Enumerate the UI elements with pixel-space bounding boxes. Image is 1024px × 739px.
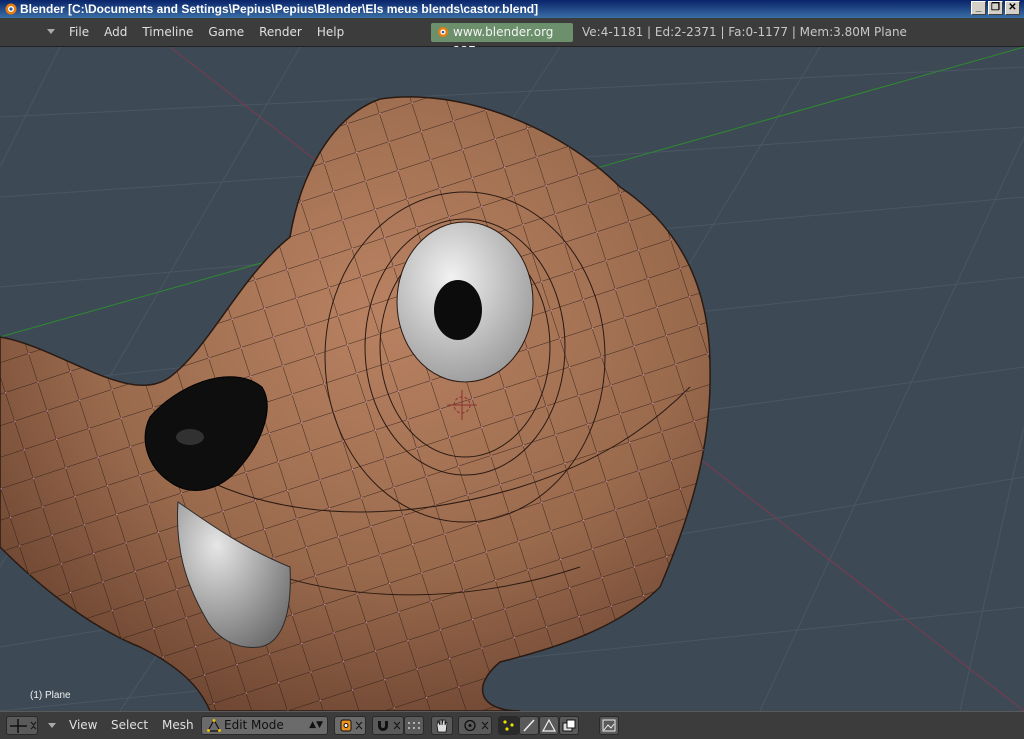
face-select-button[interactable] bbox=[539, 716, 559, 735]
circle-icon bbox=[464, 719, 489, 732]
close-button[interactable]: ✕ bbox=[1005, 1, 1020, 15]
occlude-icon bbox=[562, 719, 576, 732]
3d-view-header: View Select Mesh Edit Mode ▲▼ bbox=[0, 711, 1024, 739]
menu-mesh[interactable]: Mesh bbox=[162, 712, 194, 739]
vertex-select-icon bbox=[503, 720, 514, 731]
edit-mode-icon bbox=[207, 719, 221, 732]
menu-file[interactable]: File bbox=[69, 18, 89, 46]
viewport-type-button[interactable] bbox=[6, 716, 38, 735]
edge-select-icon bbox=[523, 719, 535, 732]
active-object-label: (1) Plane bbox=[30, 690, 71, 701]
magnet-icon bbox=[378, 721, 401, 731]
edge-select-button[interactable] bbox=[519, 716, 539, 735]
menu-game[interactable]: Game bbox=[208, 18, 244, 46]
blender-logo-icon bbox=[438, 27, 448, 37]
render-button[interactable] bbox=[599, 716, 619, 735]
header-collapse-icon[interactable] bbox=[47, 29, 55, 34]
snap-grid-button[interactable] bbox=[404, 716, 424, 735]
hand-icon bbox=[436, 719, 448, 733]
pivot-button[interactable] bbox=[334, 716, 366, 735]
menu-timeline[interactable]: Timeline bbox=[142, 18, 193, 46]
minimize-button[interactable]: _ bbox=[971, 1, 986, 15]
mode-label: Edit Mode bbox=[224, 718, 284, 732]
crosshair-icon bbox=[10, 719, 37, 733]
image-icon bbox=[602, 719, 616, 732]
snap-button[interactable] bbox=[372, 716, 404, 735]
pivot-icon bbox=[340, 719, 363, 732]
menu-add[interactable]: Add bbox=[104, 18, 127, 46]
chevron-updown-icon: ▲▼ bbox=[309, 720, 323, 730]
blender-url-button[interactable]: www.blender.org 237 bbox=[431, 23, 573, 58]
window-title: Blender [C:\Documents and Settings\Pepiu… bbox=[20, 2, 539, 16]
manipulator-button[interactable] bbox=[431, 716, 453, 735]
menu-view[interactable]: View bbox=[69, 712, 97, 739]
menu-help[interactable]: Help bbox=[317, 18, 344, 46]
occlude-button[interactable] bbox=[559, 716, 579, 735]
mode-select[interactable]: Edit Mode ▲▼ bbox=[201, 716, 328, 735]
menu-select[interactable]: Select bbox=[111, 712, 148, 739]
viewport-scene bbox=[0, 47, 1024, 711]
3d-viewport[interactable] bbox=[0, 47, 1024, 711]
blender-logo-icon bbox=[5, 3, 17, 15]
window-titlebar: Blender [C:\Documents and Settings\Pepiu… bbox=[0, 0, 1024, 18]
proportional-edit-button[interactable] bbox=[458, 716, 492, 735]
scene-stats: Ve:4-1181 | Ed:2-2371 | Fa:0-1177 | Mem:… bbox=[582, 25, 907, 39]
face-select-icon bbox=[541, 718, 557, 732]
maximize-button[interactable]: ❐ bbox=[988, 1, 1003, 15]
beaver-eye bbox=[396, 221, 534, 383]
vertex-select-button[interactable] bbox=[498, 716, 519, 735]
grid-dots-icon bbox=[408, 722, 420, 729]
header-collapse-icon[interactable] bbox=[48, 723, 56, 728]
menu-render[interactable]: Render bbox=[259, 18, 302, 46]
